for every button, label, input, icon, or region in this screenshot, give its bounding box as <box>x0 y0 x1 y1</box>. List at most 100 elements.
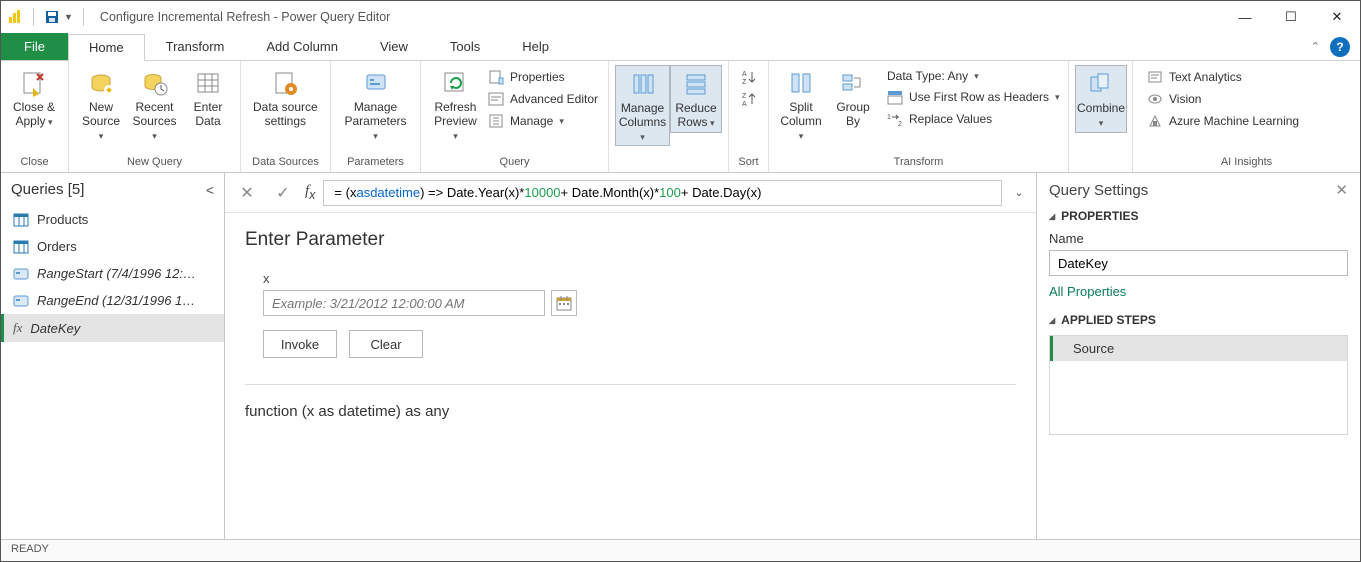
window: ▼ Configure Incremental Refresh - Power … <box>0 0 1361 562</box>
reduce-rows-label: Reduce Rows <box>675 102 716 130</box>
query-item-orders[interactable]: Orders <box>1 233 224 260</box>
data-type-button[interactable]: Data Type: Any <box>883 67 1064 85</box>
advanced-editor-button[interactable]: Advanced Editor <box>484 89 602 109</box>
new-source-label: New Source <box>81 101 121 142</box>
window-title: Configure Incremental Refresh - Power Qu… <box>96 10 390 24</box>
first-row-label: Use First Row as Headers <box>909 90 1049 104</box>
applied-step-source[interactable]: Source <box>1050 336 1347 361</box>
help-button[interactable]: ? <box>1330 37 1350 57</box>
commit-formula-icon[interactable]: ✓ <box>269 179 297 207</box>
group-combine-label <box>1069 154 1132 172</box>
refresh-icon <box>439 67 471 99</box>
group-newquery-label: New Query <box>69 154 240 172</box>
manage-parameters-label: Manage Parameters <box>343 101 408 142</box>
date-picker-button[interactable] <box>551 290 577 316</box>
queries-panel: Queries [5] < Products Orders RangeStart… <box>1 173 225 539</box>
manage-parameters-button[interactable]: Manage Parameters <box>337 65 414 144</box>
table-icon <box>13 240 29 254</box>
pbi-logo-icon <box>7 9 23 25</box>
properties-section-header[interactable]: PROPERTIES <box>1049 209 1348 223</box>
first-row-icon <box>887 89 903 105</box>
formula-type: datetime <box>370 185 420 200</box>
collapse-ribbon-icon[interactable]: ⌃ <box>1311 40 1320 53</box>
refresh-preview-button[interactable]: Refresh Preview <box>427 65 484 144</box>
tab-home[interactable]: Home <box>68 34 145 61</box>
formula-expand-icon[interactable]: ⌄ <box>1010 186 1028 199</box>
group-datasources-label: Data Sources <box>241 154 330 172</box>
manage-columns-button[interactable]: Manage Columns <box>615 65 670 146</box>
queries-title: Queries [5] <box>11 181 84 198</box>
new-source-button[interactable]: ✦ New Source <box>75 65 127 144</box>
query-settings-panel: Query Settings ✕ PROPERTIES Name All Pro… <box>1036 173 1360 539</box>
close-settings-icon[interactable]: ✕ <box>1335 181 1348 199</box>
tab-add-column[interactable]: Add Column <box>245 33 359 60</box>
new-source-icon: ✦ <box>85 67 117 99</box>
query-item-products[interactable]: Products <box>1 206 224 233</box>
group-by-label: Group By <box>836 101 869 129</box>
fx-icon[interactable]: fx <box>305 183 315 202</box>
function-signature: function (x as datetime) as any <box>245 403 1016 420</box>
maximize-button[interactable]: ☐ <box>1268 1 1314 33</box>
split-column-button[interactable]: Split Column <box>775 65 827 144</box>
tab-tools[interactable]: Tools <box>429 33 501 60</box>
azure-ml-button[interactable]: Azure Machine Learning <box>1143 111 1303 131</box>
status-bar: READY <box>1 539 1360 561</box>
invoke-button[interactable]: Invoke <box>263 330 337 358</box>
vision-icon <box>1147 91 1163 107</box>
text-analytics-button[interactable]: Text Analytics <box>1143 67 1303 87</box>
applied-steps-header[interactable]: APPLIED STEPS <box>1049 313 1348 327</box>
save-icon[interactable] <box>44 9 60 25</box>
formula-input[interactable]: = (x as datetime ) => Date.Year(x)* 1000… <box>323 180 1002 206</box>
group-close-label: Close <box>1 154 68 172</box>
tab-file[interactable]: File <box>1 33 68 60</box>
vision-button[interactable]: Vision <box>1143 89 1303 109</box>
tab-view[interactable]: View <box>359 33 429 60</box>
advanced-editor-label: Advanced Editor <box>510 92 598 106</box>
svg-text:Z: Z <box>742 93 747 100</box>
manage-query-button[interactable]: Manage <box>484 111 602 131</box>
query-settings-title: Query Settings <box>1049 182 1148 199</box>
svg-text:2: 2 <box>898 121 902 127</box>
enter-data-button[interactable]: Enter Data <box>182 65 234 131</box>
formula-text: = (x <box>334 185 356 200</box>
svg-text:A: A <box>742 71 747 78</box>
query-item-datekey[interactable]: fx DateKey <box>1 314 224 342</box>
clear-button[interactable]: Clear <box>349 330 423 358</box>
recent-sources-button[interactable]: Recent Sources <box>127 65 182 144</box>
ribbon-tabs: File Home Transform Add Column View Tool… <box>1 33 1360 61</box>
combine-button[interactable]: Combine <box>1075 65 1127 133</box>
text-analytics-label: Text Analytics <box>1169 70 1242 84</box>
qat-dropdown-icon[interactable]: ▼ <box>64 12 73 22</box>
data-type-label: Data Type: Any <box>887 69 968 83</box>
group-by-button[interactable]: Group By <box>827 65 879 131</box>
first-row-headers-button[interactable]: Use First Row as Headers <box>883 87 1064 107</box>
data-source-settings-label: Data source settings <box>253 101 318 129</box>
group-by-icon <box>837 67 869 99</box>
close-apply-button[interactable]: Close & Apply <box>7 65 61 131</box>
minimize-button[interactable]: — <box>1222 1 1268 33</box>
tab-help[interactable]: Help <box>501 33 570 60</box>
enter-data-label: Enter Data <box>194 101 223 129</box>
data-source-settings-button[interactable]: Data source settings <box>247 65 324 131</box>
all-properties-link[interactable]: All Properties <box>1049 284 1126 299</box>
cancel-formula-icon[interactable]: ✕ <box>233 179 261 207</box>
parameter-input[interactable] <box>263 290 545 316</box>
collapse-queries-icon[interactable]: < <box>206 182 214 198</box>
query-item-label: DateKey <box>30 321 80 336</box>
formula-bar: ✕ ✓ fx = (x as datetime ) => Date.Year(x… <box>225 173 1036 213</box>
query-name-input[interactable] <box>1049 250 1348 276</box>
recent-sources-icon <box>139 67 171 99</box>
sort-asc-icon[interactable]: AZ <box>740 69 758 85</box>
split-column-icon <box>785 67 817 99</box>
sort-desc-icon[interactable]: ZA <box>740 91 758 107</box>
query-item-rangeend[interactable]: RangeEnd (12/31/1996 1… <box>1 287 224 314</box>
close-window-button[interactable]: ✕ <box>1314 1 1360 33</box>
split-column-label: Split Column <box>780 101 821 142</box>
query-item-rangestart[interactable]: RangeStart (7/4/1996 12:… <box>1 260 224 287</box>
manage-label: Manage <box>510 114 553 128</box>
query-item-label: RangeEnd (12/31/1996 1… <box>37 293 195 308</box>
reduce-rows-button[interactable]: Reduce Rows <box>670 65 722 133</box>
replace-values-button[interactable]: 12Replace Values <box>883 109 1064 129</box>
properties-button[interactable]: Properties <box>484 67 602 87</box>
tab-transform[interactable]: Transform <box>145 33 246 60</box>
